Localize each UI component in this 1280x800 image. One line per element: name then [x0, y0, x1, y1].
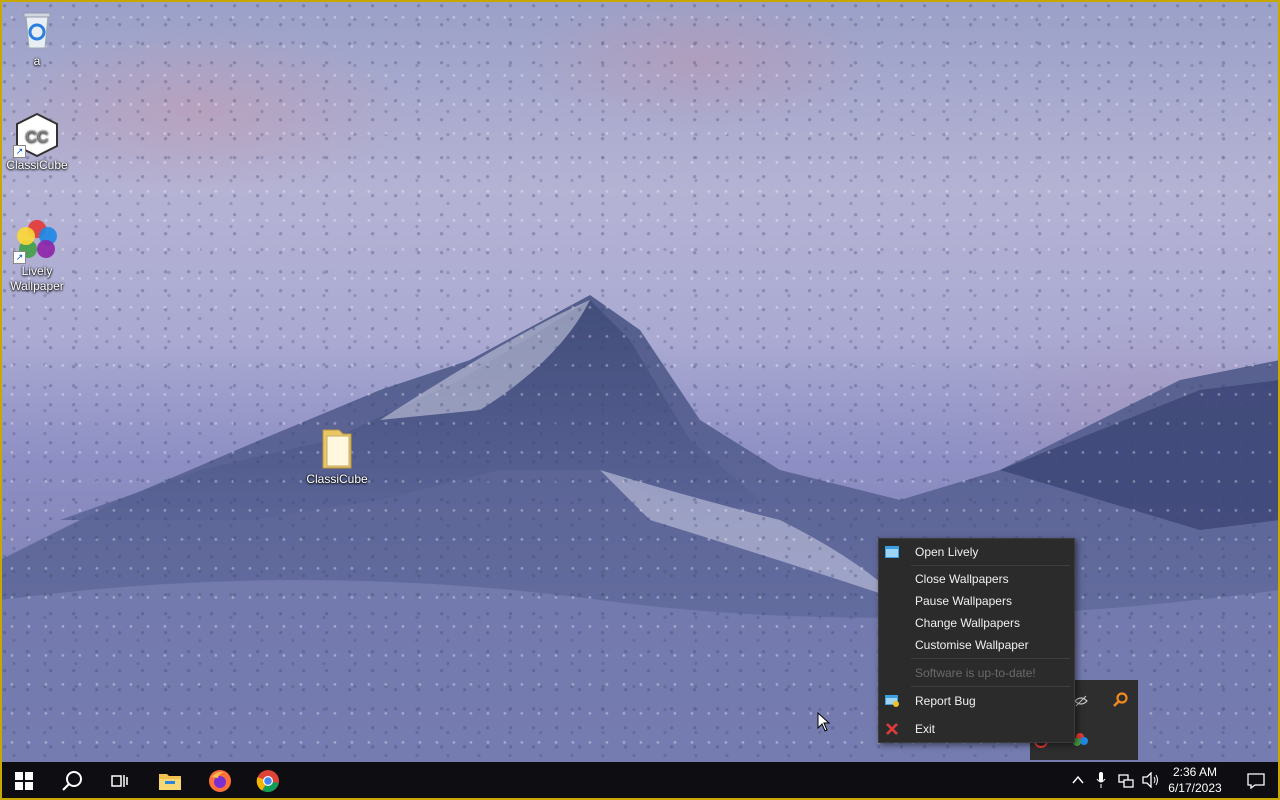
search-tool-tray-icon[interactable] — [1112, 692, 1128, 708]
menu-item-label: Report Bug — [915, 694, 976, 708]
menu-separator — [911, 658, 1070, 659]
menu-item-open-lively[interactable]: Open Lively — [885, 542, 979, 562]
task-view-icon — [111, 775, 128, 787]
shortcut-arrow-icon: ↗ — [13, 145, 26, 158]
hidden-tray-icon[interactable] — [1074, 694, 1088, 708]
mouse-cursor-icon — [817, 712, 831, 732]
folder-icon — [315, 426, 359, 470]
chrome-icon — [256, 770, 279, 793]
exit-x-icon — [886, 723, 898, 735]
menu-item-customise-wallpaper[interactable]: Customise Wallpaper — [915, 635, 1029, 655]
menu-item-label: Change Wallpapers — [915, 616, 1020, 630]
classicube-icon: CC ↗ — [13, 112, 59, 158]
menu-item-update-status: Software is up-to-date! — [915, 663, 1036, 683]
menu-item-label: Pause Wallpapers — [915, 594, 1012, 608]
lively-context-menu: Open Lively Close Wallpapers Pause Wallp… — [878, 538, 1075, 743]
search-icon — [62, 771, 82, 791]
firefox-icon — [209, 770, 231, 792]
desktop-icon-lively-wallpaper[interactable]: ↗ Lively Wallpaper — [1, 218, 73, 294]
network-icon[interactable] — [1118, 772, 1134, 788]
desktop-icon-label: ClassiCube — [306, 472, 368, 486]
menu-icon-gutter — [879, 539, 909, 742]
menu-item-exit[interactable]: Exit — [886, 719, 936, 739]
start-button[interactable] — [0, 762, 48, 800]
svg-text:CC: CC — [25, 129, 48, 146]
clock-date: 6/17/2023 — [1168, 781, 1222, 795]
desktop-icon-classicube-folder[interactable]: ClassiCube — [301, 426, 373, 487]
menu-item-label: Open Lively — [915, 545, 979, 559]
menu-item-close-wallpapers[interactable]: Close Wallpapers — [915, 569, 1009, 589]
recycle-bin-icon — [15, 8, 59, 52]
desktop-wallpaper — [0, 0, 1280, 762]
desktop-icon-label: ClassiCube — [6, 158, 68, 172]
menu-separator — [911, 565, 1070, 566]
menu-item-label: Close Wallpapers — [915, 572, 1009, 586]
desktop-icon-recycle-bin[interactable]: a — [1, 8, 73, 69]
raindrops-overlay — [0, 0, 1280, 762]
file-explorer-icon — [159, 774, 181, 790]
taskbar-chrome[interactable] — [244, 762, 292, 800]
menu-item-label: Customise Wallpaper — [915, 638, 1029, 652]
desktop-icon-classicube[interactable]: CC ↗ ClassiCube — [1, 112, 73, 173]
action-center-button[interactable] — [1232, 762, 1280, 800]
taskbar-firefox[interactable] — [196, 762, 244, 800]
search-button[interactable] — [48, 762, 96, 800]
menu-item-label: Software is up-to-date! — [915, 666, 1036, 680]
report-bug-icon — [885, 695, 899, 707]
menu-item-report-bug[interactable]: Report Bug — [885, 691, 976, 711]
microphone-icon[interactable] — [1096, 772, 1106, 788]
lively-wallpaper-icon: ↗ — [13, 218, 59, 264]
clock-time: 2:36 AM — [1172, 765, 1218, 779]
volume-icon[interactable] — [1142, 772, 1160, 788]
menu-separator — [911, 686, 1070, 687]
shortcut-arrow-icon: ↗ — [13, 251, 26, 264]
taskbar-file-explorer[interactable] — [146, 762, 194, 800]
menu-item-label: Exit — [915, 722, 936, 736]
chevron-up-icon[interactable] — [1072, 775, 1084, 785]
taskbar: 2:36 AM 6/17/2023 — [0, 762, 1280, 800]
menu-item-change-wallpapers[interactable]: Change Wallpapers — [915, 613, 1020, 633]
lively-window-icon — [885, 546, 899, 558]
task-view-button[interactable] — [96, 762, 144, 800]
menu-item-pause-wallpapers[interactable]: Pause Wallpapers — [915, 591, 1012, 611]
notification-icon — [1247, 773, 1265, 789]
start-windows-icon — [15, 772, 33, 790]
desktop-icon-label: a — [33, 54, 41, 68]
desktop-icon-label: Lively Wallpaper — [10, 264, 64, 293]
taskbar-clock[interactable]: 2:36 AM 6/17/2023 — [1160, 764, 1230, 796]
